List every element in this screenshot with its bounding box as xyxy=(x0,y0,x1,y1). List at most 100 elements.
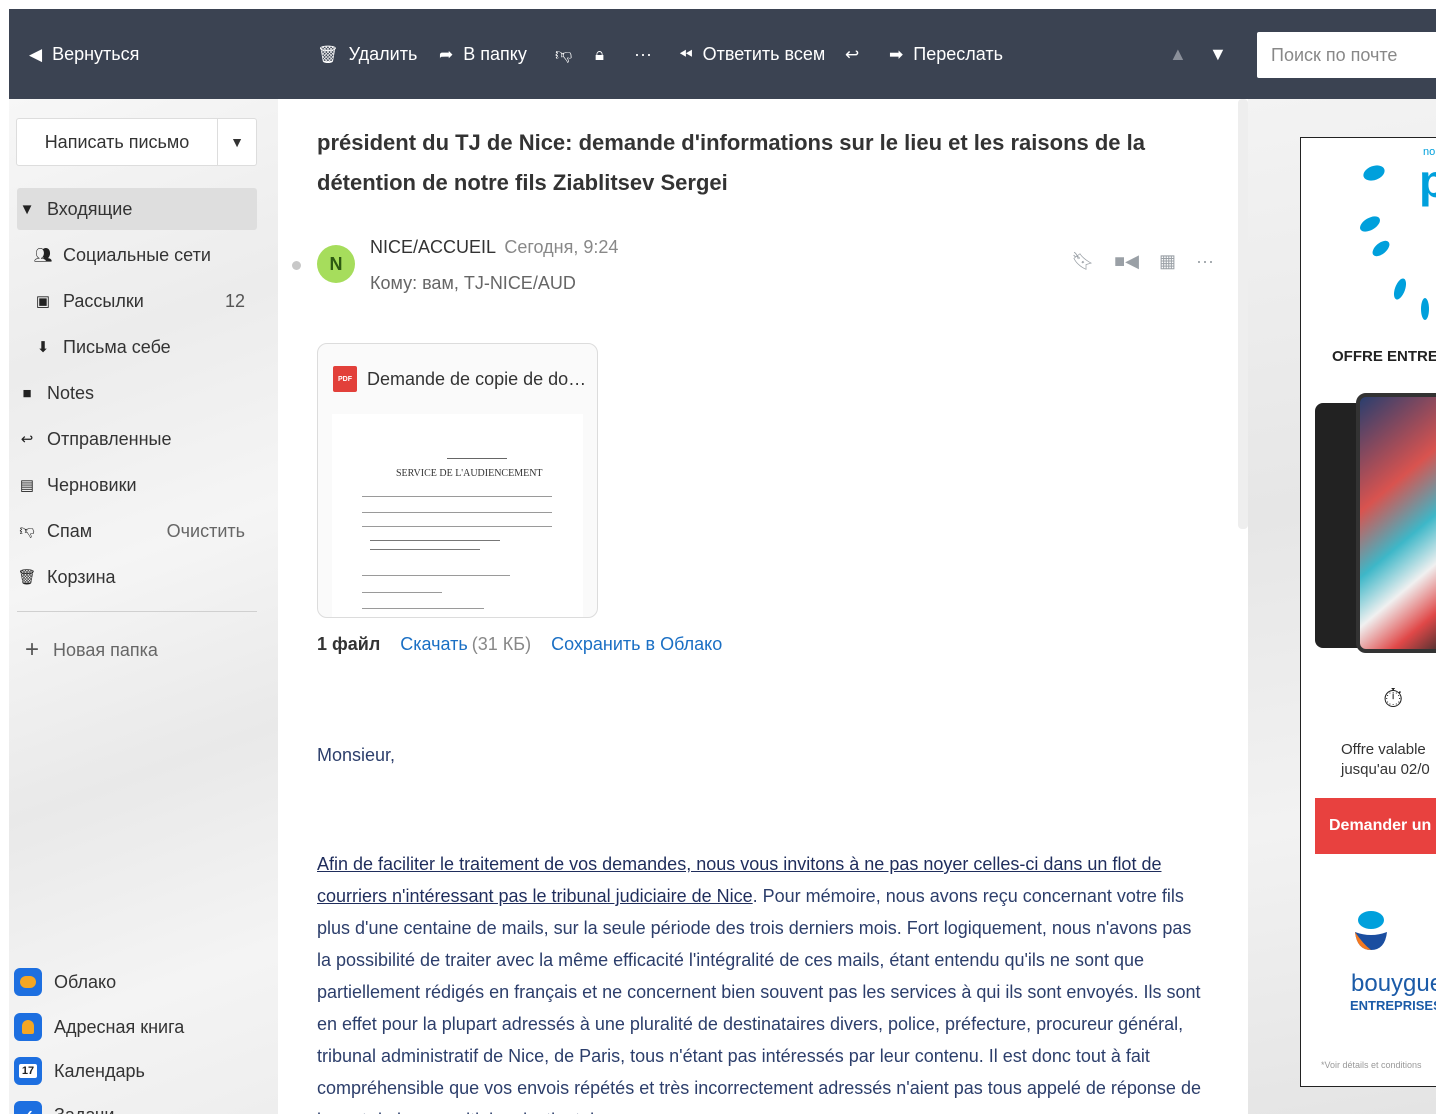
download-link[interactable]: Скачать xyxy=(400,634,468,655)
people-icon: 👥︎ xyxy=(33,247,53,264)
app-calendar[interactable]: 17 Календарь xyxy=(14,1051,145,1091)
read-status-dot[interactable] xyxy=(292,261,301,270)
message-view: président du TJ de Nice: demande d'infor… xyxy=(278,99,1238,1114)
attachment-card[interactable]: PDF Demande de copie de dossi... SERVICE… xyxy=(317,343,598,618)
app-tasks[interactable]: ✓ Задачи xyxy=(14,1095,114,1114)
preview-line xyxy=(362,526,552,527)
header-actions: 🔖︎ ■◀ ▦ ··· xyxy=(1071,251,1214,272)
folder-trash[interactable]: 🗑︎ Корзина xyxy=(17,556,257,598)
app-contacts[interactable]: Адресная книга xyxy=(14,1007,184,1047)
lock-button[interactable]: 🔒︎ xyxy=(595,9,614,99)
trash-icon: 🗑︎ xyxy=(317,44,339,64)
message-subject: président du TJ de Nice: demande d'infor… xyxy=(317,130,1145,195)
thumbs-down-icon: 👎︎ xyxy=(555,44,573,64)
tasks-icon: ✓ xyxy=(14,1101,42,1114)
message-body: Afin de faciliter le traitement de vos d… xyxy=(317,848,1207,1114)
lock-icon: 🔒︎ xyxy=(595,44,605,64)
draft-icon: ▤ xyxy=(19,477,35,494)
reply-all-icon: ⏪︎ xyxy=(679,44,693,64)
avatar[interactable]: N xyxy=(317,245,355,283)
delete-button[interactable]: 🗑︎ Удалить xyxy=(317,9,417,99)
search-box[interactable] xyxy=(1257,32,1436,78)
prev-message-button[interactable]: ▲ xyxy=(1169,9,1187,99)
recipients[interactable]: Кому: вам, TJ-NICE/AUD xyxy=(370,273,576,294)
back-button[interactable]: ◀ Вернуться xyxy=(29,9,139,99)
attachment-preview[interactable]: SERVICE DE L'AUDIENCEMENT xyxy=(332,414,583,617)
bouygues-logo-icon xyxy=(1355,911,1387,950)
folder-social[interactable]: 👥︎ Социальные сети xyxy=(33,234,257,276)
folder-sent[interactable]: ↩ Отправленные xyxy=(17,418,257,460)
body-text: . Pour mémoire, nous avons reçu concerna… xyxy=(317,886,1201,1114)
attachment-header: PDF Demande de copie de dossi... xyxy=(333,366,593,392)
reply-all-button[interactable]: ⏪︎ Ответить всем xyxy=(679,9,825,99)
more-button[interactable]: ··· xyxy=(634,9,652,99)
reply-button[interactable]: ↩ xyxy=(845,9,869,99)
cloud-icon xyxy=(14,968,42,996)
ad-brand: bouygues xyxy=(1351,970,1436,997)
caret-down-icon: ▼ xyxy=(1209,43,1227,64)
folder-self-mail[interactable]: ⬇ Письма себе xyxy=(33,326,257,368)
folder-drafts[interactable]: ▤ Черновики xyxy=(17,464,257,506)
preview-line xyxy=(370,549,480,550)
calendar-add-icon[interactable]: ▦ xyxy=(1159,251,1176,272)
spam-button[interactable]: 👎︎ xyxy=(555,9,582,99)
preview-line xyxy=(362,512,552,513)
folder-notes[interactable]: ■ Notes xyxy=(17,372,257,414)
back-arrow-icon: ◀ xyxy=(29,44,43,64)
preview-line xyxy=(362,592,442,593)
ad-banner[interactable]: no p OFFRE ENTREPRISES ⏱︎ Offre valable … xyxy=(1300,137,1436,1087)
pdf-icon: PDF xyxy=(333,366,357,392)
self-mail-icon: ⬇ xyxy=(36,339,50,356)
compose-button[interactable]: Написать письмо ▼ xyxy=(16,118,257,166)
sidebar-divider xyxy=(17,611,257,612)
preview-line xyxy=(370,540,500,541)
folder-inbox[interactable]: ▼ Входящие xyxy=(17,188,257,230)
ad-brand-sub: ENTREPRISES xyxy=(1350,998,1436,1013)
next-message-button[interactable]: ▼ xyxy=(1209,9,1227,99)
more-icon[interactable]: ··· xyxy=(1196,251,1214,272)
save-to-cloud-link[interactable]: Сохранить в Облако xyxy=(551,634,722,655)
clear-spam-link[interactable]: Очистить xyxy=(167,521,245,542)
message-time: Сегодня, 9:24 xyxy=(504,237,619,257)
sidebar: Написать письмо ▼ ▼ Входящие 👥︎ Социальн… xyxy=(9,99,278,1114)
ad-cta-button[interactable]: Demander un d xyxy=(1315,798,1436,854)
ad-decoration xyxy=(1421,298,1429,320)
ad-decoration xyxy=(1361,162,1387,184)
video-icon[interactable]: ■◀ xyxy=(1114,251,1139,272)
sender-line: NICE/ACCUEIL Сегодня, 9:24 xyxy=(370,237,618,258)
unread-count: 12 xyxy=(224,290,245,311)
stopwatch-icon: ⏱︎ xyxy=(1383,683,1404,713)
folder-move-icon: ➦ xyxy=(439,44,454,64)
folder-newsletters[interactable]: ▣ Рассылки 12 xyxy=(33,280,257,322)
folder-spam[interactable]: 👎︎ Спам Очистить xyxy=(17,510,257,552)
file-info: 1 файл Скачать (31 КБ) Сохранить в Облак… xyxy=(317,634,722,655)
ad-column: no p OFFRE ENTREPRISES ⏱︎ Offre valable … xyxy=(1248,99,1436,1114)
ad-top-letter: p xyxy=(1419,154,1436,208)
preview-line xyxy=(362,608,484,609)
folder-icon: ■ xyxy=(22,384,32,402)
app-cloud[interactable]: Облако xyxy=(14,962,116,1002)
forward-button[interactable]: ➡ Переслать xyxy=(889,9,1003,99)
bookmark-icon[interactable]: 🔖︎ xyxy=(1071,251,1094,272)
contacts-icon xyxy=(14,1013,42,1041)
ad-decoration xyxy=(1357,213,1383,235)
toolbar: ◀ Вернуться 🗑︎ Удалить ➦ В папку 👎︎ 🔒︎ ·… xyxy=(9,9,1436,99)
search-input[interactable] xyxy=(1271,44,1436,66)
caret-up-icon: ▲ xyxy=(1169,43,1187,64)
compose-dropdown-icon[interactable]: ▼ xyxy=(218,134,256,150)
reply-icon: ↩ xyxy=(20,431,34,448)
move-to-folder-button[interactable]: ➦ В папку xyxy=(439,9,527,99)
ad-validity: Offre valable jusqu'au 02/0 xyxy=(1341,741,1430,778)
ad-decoration xyxy=(1391,276,1409,302)
newsletter-icon: ▣ xyxy=(35,293,51,310)
greeting: Monsieur, xyxy=(317,745,396,765)
sender-name[interactable]: NICE/ACCUEIL xyxy=(370,237,495,257)
preview-line xyxy=(362,575,510,576)
trash-icon: 🗑︎ xyxy=(17,569,37,586)
ad-phone-image xyxy=(1356,393,1436,653)
file-count: 1 файл xyxy=(317,634,381,654)
new-folder-button[interactable]: + Новая папка xyxy=(25,636,158,664)
scrollbar[interactable] xyxy=(1238,99,1248,529)
left-edge xyxy=(0,0,9,1114)
file-size: (31 КБ) xyxy=(471,634,532,654)
